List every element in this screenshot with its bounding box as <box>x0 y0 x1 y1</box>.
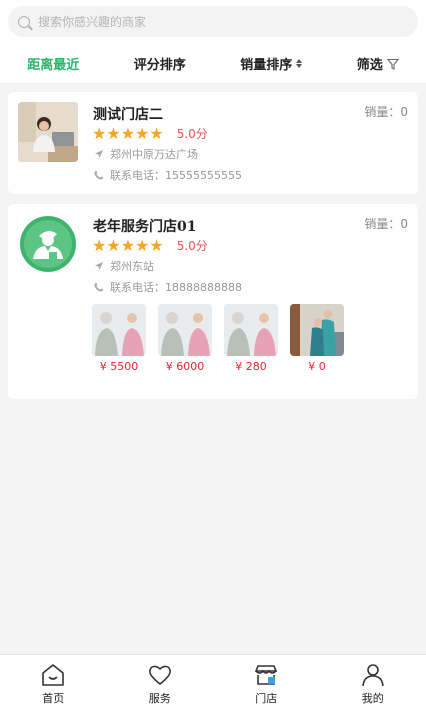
store-phone[interactable]: 联系电话：15555555555 <box>94 167 242 183</box>
store-sales: 销量：0 <box>364 217 408 231</box>
service-price: ¥ 0 <box>308 360 326 373</box>
search-icon <box>18 15 30 28</box>
store-name: 测试门店二 <box>93 107 163 123</box>
search-bar-container <box>0 0 426 44</box>
sort-distance-label: 距离最近 <box>27 58 80 73</box>
sort-distance[interactable]: 距离最近 <box>27 54 79 73</box>
sort-arrows-icon <box>296 59 303 68</box>
store-thumbnail <box>18 102 78 162</box>
service-image <box>290 304 344 356</box>
store-sales: 销量：0 <box>364 105 408 119</box>
heart-icon <box>148 665 171 685</box>
service-price: ¥ 5500 <box>99 360 139 373</box>
service-image <box>224 304 278 356</box>
tab-store-label: 门店 <box>255 691 278 705</box>
service-item[interactable]: ¥ 5500 <box>92 304 146 373</box>
filter-button[interactable]: 筛选 <box>357 54 399 73</box>
tab-store[interactable]: 门店 <box>213 655 320 712</box>
service-item[interactable]: ¥ 6000 <box>158 304 212 373</box>
store-address-text: 郑州东站 <box>110 260 154 273</box>
service-price: ¥ 280 <box>235 360 267 373</box>
store-thumbnail <box>18 214 78 274</box>
store-address: 郑州中原万达广场 <box>94 146 198 162</box>
search-bar[interactable] <box>8 6 418 37</box>
store-phone[interactable]: 联系电话：18888888888 <box>94 279 242 295</box>
rating-score: 5.0分 <box>176 127 208 141</box>
store-card[interactable]: 测试门店二 销量：0 ★★★★★ 5.0分 郑州中原万达广场 联系电话：1555… <box>8 92 418 194</box>
sort-sales-label: 销量排序 <box>240 58 293 73</box>
rating-score: 5.0分 <box>176 239 208 253</box>
sort-bar: 距离最近 评分排序 销量排序 筛选 <box>0 44 426 84</box>
user-icon <box>361 663 384 686</box>
rating: ★★★★★ 5.0分 <box>92 125 208 142</box>
store-icon <box>255 664 278 685</box>
rating: ★★★★★ 5.0分 <box>92 237 208 254</box>
search-input[interactable] <box>38 14 378 29</box>
store-name: 老年服务门店01 <box>93 219 197 235</box>
phone-icon <box>94 171 103 180</box>
rating-stars-icon: ★★★★★ <box>92 123 164 143</box>
service-price: ¥ 6000 <box>165 360 205 373</box>
tab-mine[interactable]: 我的 <box>320 655 426 712</box>
tab-service-label: 服务 <box>148 691 171 705</box>
sort-rating-label: 评分排序 <box>133 58 186 73</box>
sort-rating[interactable]: 评分排序 <box>134 54 186 73</box>
store-phone-text: 联系电话：18888888888 <box>110 281 242 294</box>
location-icon <box>95 150 103 158</box>
store-phone-text: 联系电话：15555555555 <box>110 169 242 182</box>
tab-home-label: 首页 <box>42 691 65 705</box>
sort-sales[interactable]: 销量排序 <box>240 54 303 73</box>
service-item[interactable]: ¥ 280 <box>224 304 278 373</box>
service-image <box>92 304 146 356</box>
service-image <box>158 304 212 356</box>
home-icon <box>42 663 65 686</box>
tab-mine-label: 我的 <box>361 691 384 705</box>
filter-label: 筛选 <box>356 58 383 73</box>
rating-stars-icon: ★★★★★ <box>92 235 164 255</box>
phone-icon <box>94 283 103 292</box>
service-item[interactable]: ¥ 0 <box>290 304 344 373</box>
store-address-text: 郑州中原万达广场 <box>110 148 198 161</box>
tab-service[interactable]: 服务 <box>107 655 214 712</box>
tab-home[interactable]: 首页 <box>0 655 107 712</box>
store-address: 郑州东站 <box>94 258 154 274</box>
service-list: ¥ 5500 ¥ 6000 ¥ 280 ¥ 0 <box>92 304 344 373</box>
location-icon <box>95 262 103 270</box>
bottom-tab-bar: 首页 服务 门店 我的 <box>0 654 426 712</box>
filter-icon <box>386 58 399 70</box>
store-card[interactable]: 老年服务门店01 销量：0 ★★★★★ 5.0分 郑州东站 联系电话：18888… <box>8 204 418 399</box>
